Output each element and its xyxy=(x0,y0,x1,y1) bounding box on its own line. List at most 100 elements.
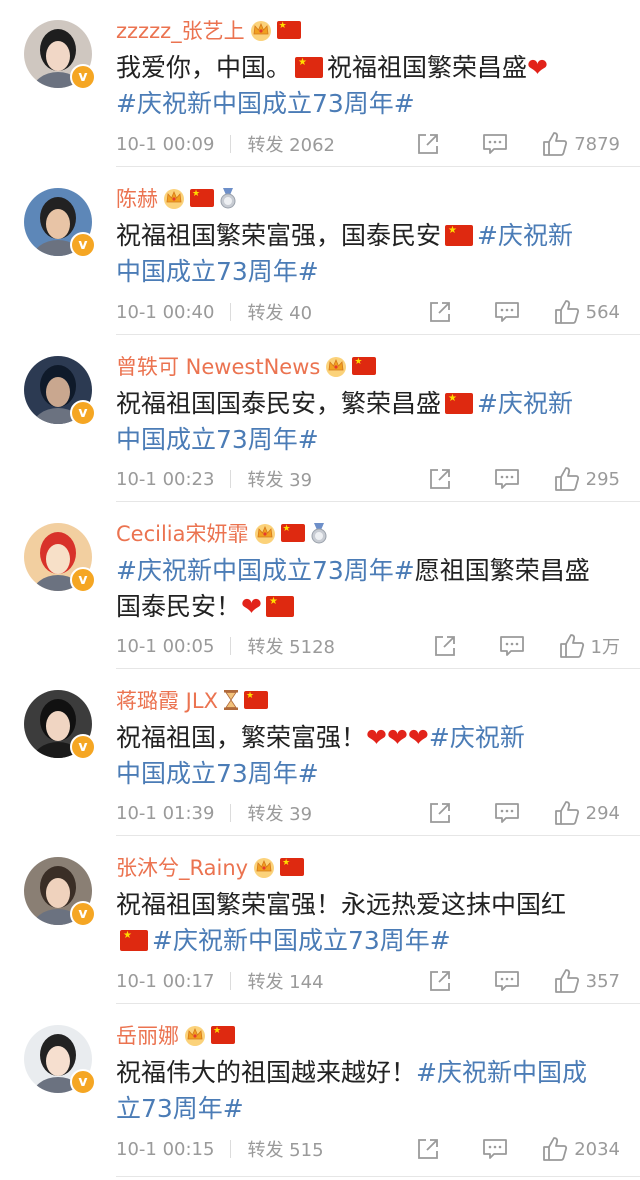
like-count: 564 xyxy=(585,301,620,323)
username-link[interactable]: 岳丽娜 xyxy=(116,1020,179,1050)
repost-count[interactable]: 转发 144 xyxy=(247,968,323,994)
hashtag-link[interactable]: #庆祝新中国成立73周年# xyxy=(116,556,415,585)
hashtag-link[interactable]: 中国成立73周年# xyxy=(116,759,319,788)
avatar[interactable]: v xyxy=(24,690,96,760)
china-flag-icon xyxy=(280,857,305,876)
comment-item: v 陈赫祝福祖国繁荣富强，国泰民安 #庆祝新中国成立73周年# 10-1 00:40 转… xyxy=(0,168,640,335)
action-bar: 357 xyxy=(428,968,620,994)
china-flag-icon xyxy=(445,225,474,246)
repost-count[interactable]: 转发 5128 xyxy=(247,633,335,659)
crown-icon xyxy=(250,21,271,41)
username-line: 张沐兮_Rainy xyxy=(116,849,305,885)
timestamp: 10-1 01:39 xyxy=(116,802,215,824)
avatar[interactable]: v xyxy=(24,188,96,258)
username-link[interactable]: 张沐兮_Rainy xyxy=(116,852,248,882)
hashtag-link[interactable]: 中国成立73周年# xyxy=(116,257,319,286)
comment-icon[interactable] xyxy=(482,1137,508,1161)
hashtag-link[interactable]: #庆祝新中国成立73周年# xyxy=(152,926,451,955)
hashtag-link[interactable]: #庆祝新 xyxy=(429,723,525,752)
separator xyxy=(230,1140,232,1158)
share-icon[interactable] xyxy=(433,634,457,658)
comment-meta: 10-1 00:15 转发 515 2034 xyxy=(116,1134,620,1164)
comment-text-span: 祝福伟大的祖国越来越好！ xyxy=(116,1058,417,1087)
action-bar: 2034 xyxy=(416,1136,620,1162)
comment-text-span: 祝福祖国国泰民安，繁荣昌盛 xyxy=(116,389,442,418)
heart-icon: ❤ xyxy=(527,53,548,82)
like-button[interactable]: 294 xyxy=(554,800,620,826)
share-icon[interactable] xyxy=(428,300,452,324)
timestamp: 10-1 00:40 xyxy=(116,301,215,323)
like-button[interactable]: 564 xyxy=(554,299,620,325)
comment-text: 祝福祖国繁荣富强！永远热爱这抹中国红 #庆祝新中国成立73周年# xyxy=(116,887,616,959)
repost-count[interactable]: 转发 39 xyxy=(247,466,312,492)
heart-icon: ❤ xyxy=(241,592,262,621)
share-icon[interactable] xyxy=(428,467,452,491)
action-bar: 1万 xyxy=(433,633,620,659)
comment-meta: 10-1 00:40 转发 40 564 xyxy=(116,297,620,327)
like-button[interactable]: 1万 xyxy=(559,633,620,659)
username-link[interactable]: Cecilia宋妍霏 xyxy=(116,518,249,548)
like-button[interactable]: 357 xyxy=(554,968,620,994)
divider xyxy=(116,668,640,669)
china-flag-icon xyxy=(120,930,148,951)
thumbs-up-icon xyxy=(554,299,580,325)
avatar[interactable]: v xyxy=(24,20,96,90)
username-line: zzzzz_张艺上 xyxy=(116,12,301,48)
comment-meta: 10-1 00:23 转发 39 295 xyxy=(116,464,620,494)
separator xyxy=(230,470,232,488)
timestamp: 10-1 00:09 xyxy=(116,133,215,155)
share-icon[interactable] xyxy=(428,801,452,825)
username-line: Cecilia宋妍霏 xyxy=(116,515,329,551)
medal-icon xyxy=(220,188,236,209)
heart-icon: ❤ xyxy=(386,723,408,752)
repost-count[interactable]: 转发 40 xyxy=(247,299,312,325)
action-bar: 7879 xyxy=(416,131,620,157)
comment-text-span: 国泰民安！ xyxy=(116,592,242,621)
avatar[interactable]: v xyxy=(24,523,96,593)
hashtag-link[interactable]: #庆祝新中国成 xyxy=(416,1058,587,1087)
like-button[interactable]: 7879 xyxy=(542,131,620,157)
share-icon[interactable] xyxy=(428,969,452,993)
repost-count[interactable]: 转发 515 xyxy=(247,1136,323,1162)
avatar[interactable]: v xyxy=(24,1025,96,1095)
avatar[interactable]: v xyxy=(24,356,96,426)
share-icon[interactable] xyxy=(416,132,440,156)
username-link[interactable]: 曾轶可 NewestNews xyxy=(116,351,320,381)
comment-icon[interactable] xyxy=(494,801,520,825)
comment-icon[interactable] xyxy=(494,969,520,993)
like-count: 295 xyxy=(585,468,620,490)
comment-icon[interactable] xyxy=(494,300,520,324)
comment-meta: 10-1 01:39 转发 39 294 xyxy=(116,798,620,828)
hashtag-link[interactable]: #庆祝新中国成立73周年# xyxy=(116,89,415,118)
comment-meta: 10-1 00:17 转发 144 357 xyxy=(116,966,620,996)
thumbs-up-icon xyxy=(559,633,585,659)
like-count: 7879 xyxy=(574,133,620,155)
hourglass-icon xyxy=(223,690,238,710)
comment-icon[interactable] xyxy=(482,132,508,156)
comment-icon[interactable] xyxy=(499,634,525,658)
crown-icon xyxy=(254,524,275,544)
comment-item: v zzzzz_张艺上我爱你，中国。 祝福祖国繁荣昌盛❤ #庆祝新中国成立73周年# 1… xyxy=(0,0,640,167)
repost-count[interactable]: 转发 2062 xyxy=(247,131,335,157)
repost-count[interactable]: 转发 39 xyxy=(247,800,312,826)
username-link[interactable]: 蒋璐霞 JLX xyxy=(116,685,218,715)
hashtag-link[interactable]: #庆祝新 xyxy=(477,221,573,250)
username-line: 曾轶可 NewestNews xyxy=(116,348,377,384)
username-link[interactable]: 陈赫 xyxy=(116,183,158,213)
comment-text-span: 祝福祖国繁荣富强，国泰民安 xyxy=(116,221,442,250)
comment-text: 祝福伟大的祖国越来越好！#庆祝新中国成立73周年# xyxy=(116,1055,616,1127)
hashtag-link[interactable]: #庆祝新 xyxy=(477,389,573,418)
username-link[interactable]: zzzzz_张艺上 xyxy=(116,15,245,45)
china-flag-icon xyxy=(190,188,214,207)
share-icon[interactable] xyxy=(416,1137,440,1161)
comment-icon[interactable] xyxy=(494,467,520,491)
comment-text-span: 我爱你，中国。 xyxy=(116,53,292,82)
verified-badge-icon: v xyxy=(70,734,96,760)
hashtag-link[interactable]: 中国成立73周年# xyxy=(116,425,319,454)
like-button[interactable]: 2034 xyxy=(542,1136,620,1162)
username-line: 陈赫 xyxy=(116,180,238,216)
like-button[interactable]: 295 xyxy=(554,466,620,492)
avatar[interactable]: v xyxy=(24,857,96,927)
hashtag-link[interactable]: 立73周年# xyxy=(116,1094,244,1123)
china-flag-icon xyxy=(295,57,324,78)
